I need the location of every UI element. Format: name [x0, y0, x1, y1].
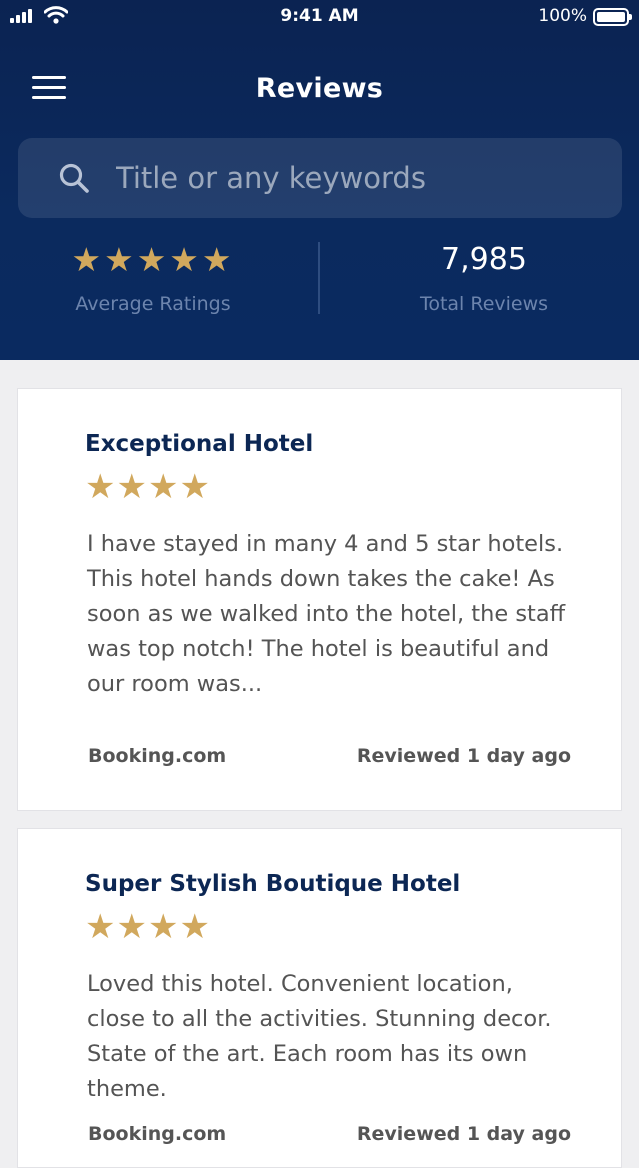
- battery-percent: 100%: [538, 6, 587, 26]
- review-card[interactable]: Exceptional Hotel ★★★★ I have stayed in …: [17, 388, 622, 811]
- total-reviews-stat: 7,985 Total Reviews: [334, 236, 634, 315]
- review-source: Booking.com: [88, 1123, 227, 1145]
- review-title: Exceptional Hotel: [85, 431, 314, 457]
- header: 9:41 AM 100% Reviews ★★★★★ Average Ratin…: [0, 0, 639, 360]
- review-rating-stars: ★★★★: [85, 467, 211, 507]
- search-input[interactable]: [116, 152, 596, 204]
- review-text: I have stayed in many 4 and 5 star hotel…: [87, 531, 566, 697]
- review-card[interactable]: Super Stylish Boutique Hotel ★★★★ Loved …: [17, 828, 622, 1168]
- review-title: Super Stylish Boutique Hotel: [85, 871, 461, 897]
- review-date: Reviewed 1 day ago: [356, 745, 571, 767]
- page-title: Reviews: [255, 73, 384, 104]
- search-icon: [59, 163, 89, 193]
- average-ratings-stat: ★★★★★ Average Ratings: [3, 236, 303, 315]
- total-reviews-label: Total Reviews: [419, 293, 549, 315]
- review-date: Reviewed 1 day ago: [356, 1123, 571, 1145]
- review-source: Booking.com: [88, 745, 227, 767]
- battery-icon: [593, 8, 632, 26]
- review-rating-stars: ★★★★: [85, 907, 211, 947]
- average-rating-stars: ★★★★★: [71, 240, 235, 279]
- total-reviews-value: 7,985: [441, 242, 527, 277]
- average-ratings-label: Average Ratings: [75, 293, 231, 315]
- stats-divider: [318, 242, 320, 314]
- review-text: Loved this hotel. Convenient location, c…: [87, 971, 552, 1102]
- status-bar: 9:41 AM 100%: [0, 0, 639, 34]
- search-bar[interactable]: [18, 138, 622, 218]
